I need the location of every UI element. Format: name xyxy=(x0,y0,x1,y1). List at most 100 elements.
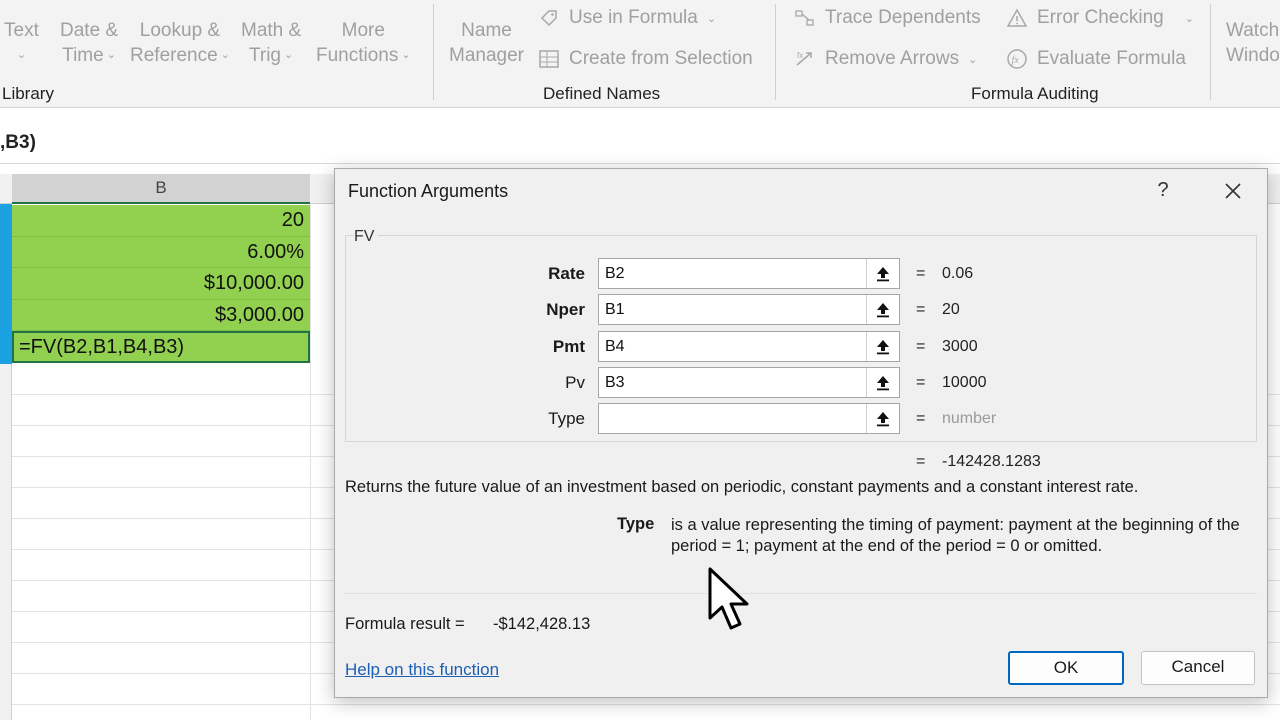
chevron-down-icon: ⌄ xyxy=(220,49,230,62)
arg-input-pmt[interactable]: B4 xyxy=(598,331,900,362)
arg-equals: = xyxy=(916,301,926,318)
formula-result-label: Formula result = xyxy=(345,615,465,633)
cell-b5-active[interactable]: =FV(B2,B1,B4,B3) xyxy=(12,331,310,363)
arguments-group-border xyxy=(345,235,1257,236)
text-functions-label: Text xyxy=(4,20,39,41)
cell-b3[interactable]: $10,000.00 xyxy=(12,268,310,300)
tag-icon xyxy=(538,7,560,29)
arg-label-pv: Pv xyxy=(565,373,585,392)
date-time-label-line2: Time xyxy=(62,45,104,66)
evaluate-formula-label: Evaluate Formula xyxy=(1037,48,1186,69)
row-selection-indicator xyxy=(0,204,12,364)
error-checking-button[interactable]: Error Checking ⌄ xyxy=(1006,7,1194,29)
svg-text:fx: fx xyxy=(1012,55,1020,66)
collapse-dialog-icon[interactable] xyxy=(866,404,899,433)
create-from-selection-label: Create from Selection xyxy=(569,48,753,69)
arg-label-pmt: Pmt xyxy=(552,337,585,356)
svg-text:fx: fx xyxy=(797,51,803,60)
arg-input-type[interactable] xyxy=(598,403,900,434)
arg-equals: = xyxy=(916,410,926,427)
mouse-pointer-icon xyxy=(707,566,755,637)
total-result: -142428.1283 xyxy=(942,453,1041,470)
grid-row-line xyxy=(12,704,1280,705)
param-name: Type xyxy=(617,515,655,533)
trace-dependents-label: Trace Dependents xyxy=(825,7,981,28)
watch-window-button[interactable]: Watch Window xyxy=(1226,18,1280,68)
arg-result-type: number xyxy=(942,410,997,427)
param-description: is a value representing the timing of pa… xyxy=(671,516,1240,555)
name-manager-label-line1: Name xyxy=(461,20,512,41)
help-on-function-link[interactable]: Help on this function xyxy=(345,660,499,680)
formula-bar-text: ,B3) xyxy=(0,132,36,153)
formula-result-value: -$142,428.13 xyxy=(493,615,591,633)
math-label-line1: Math & xyxy=(241,20,302,41)
create-from-selection-button[interactable]: Create from Selection xyxy=(538,48,753,70)
group-label-formula-auditing: Formula Auditing xyxy=(971,84,1099,103)
evaluate-formula-button[interactable]: fx Evaluate Formula xyxy=(1006,48,1186,70)
collapse-dialog-icon[interactable] xyxy=(866,295,899,324)
cell-b4[interactable]: $3,000.00 xyxy=(12,299,310,331)
use-in-formula-label: Use in Formula xyxy=(569,7,698,28)
lookup-reference-button[interactable]: Lookup & Reference ⌄ xyxy=(130,18,230,68)
dialog-title: Function Arguments xyxy=(348,181,509,201)
group-separator xyxy=(433,4,434,100)
watch-window-label-line2: Window xyxy=(1226,45,1280,66)
function-name: FV xyxy=(354,228,379,246)
close-icon[interactable] xyxy=(1219,177,1247,205)
help-button[interactable]: ? xyxy=(1153,179,1173,202)
ribbon: Text ⌄ Date & Time ⌄ Lookup & Reference ⌄ … xyxy=(0,0,1280,108)
more-functions-button[interactable]: More Functions ⌄ xyxy=(316,18,411,68)
use-in-formula-button[interactable]: Use in Formula ⌄ xyxy=(538,7,716,29)
arg-equals: = xyxy=(916,265,926,282)
remove-arrows-icon: fx xyxy=(794,48,816,70)
total-equals: = xyxy=(916,453,926,470)
function-arguments-dialog: Function Arguments ? FV Rate B2 = 0.06 N… xyxy=(334,168,1268,698)
group-label-defined-names: Defined Names xyxy=(543,84,661,103)
chevron-down-icon: ⌄ xyxy=(16,49,27,61)
more-functions-label-line1: More xyxy=(341,20,385,41)
chevron-down-icon: ⌄ xyxy=(106,49,116,62)
collapse-dialog-icon[interactable] xyxy=(866,368,899,397)
arg-input-nper[interactable]: B1 xyxy=(598,294,900,325)
arg-result-pv: 10000 xyxy=(942,374,987,391)
math-trig-button[interactable]: Math & Trig ⌄ xyxy=(241,18,301,68)
collapse-dialog-icon[interactable] xyxy=(866,259,899,288)
cell-b1[interactable]: 20 xyxy=(12,205,310,237)
ok-button[interactable]: OK xyxy=(1008,651,1124,685)
text-functions-button[interactable]: Text ⌄ xyxy=(4,18,39,68)
arg-label-type: Type xyxy=(548,409,585,428)
function-description: Returns the future value of an investmen… xyxy=(345,478,1139,496)
error-checking-label: Error Checking xyxy=(1037,7,1164,28)
warning-icon xyxy=(1006,7,1028,29)
arg-input-rate[interactable]: B2 xyxy=(598,258,900,289)
group-separator xyxy=(1210,4,1211,100)
divider xyxy=(345,593,1257,594)
trace-dependents-button[interactable]: Trace Dependents xyxy=(794,7,981,29)
arg-result-nper: 20 xyxy=(942,301,960,318)
arg-result-rate: 0.06 xyxy=(942,265,974,282)
collapse-dialog-icon[interactable] xyxy=(866,332,899,361)
arg-label-nper: Nper xyxy=(546,300,585,319)
arg-input-pv[interactable]: B3 xyxy=(598,367,900,398)
trace-dependents-icon xyxy=(794,7,816,29)
name-manager-label-line2: Manager xyxy=(449,45,524,66)
evaluate-formula-icon: fx xyxy=(1006,48,1028,70)
group-label-library: Library xyxy=(2,84,54,103)
column-header-b[interactable]: B xyxy=(12,174,310,204)
remove-arrows-button[interactable]: fx Remove Arrows ⌄ xyxy=(794,48,977,70)
cancel-button[interactable]: Cancel xyxy=(1141,651,1255,685)
lookup-label-line1: Lookup & xyxy=(139,20,221,41)
formula-bar[interactable]: ,B3) xyxy=(0,122,1280,164)
more-functions-label-line2: Functions xyxy=(316,45,399,66)
chevron-down-icon: ⌄ xyxy=(968,53,978,66)
watch-window-label-line1: Watch xyxy=(1226,20,1280,41)
arg-label-rate: Rate xyxy=(548,264,585,283)
table-grid-icon xyxy=(538,48,560,70)
lookup-label-line2: Reference xyxy=(130,45,218,66)
date-time-button[interactable]: Date & Time ⌄ xyxy=(60,18,118,68)
chevron-down-icon: ⌄ xyxy=(1184,12,1194,25)
group-separator xyxy=(775,4,776,100)
name-manager-button[interactable]: Name Manager xyxy=(449,18,524,68)
cell-b2[interactable]: 6.00% xyxy=(12,236,310,268)
arg-result-pmt: 3000 xyxy=(942,338,978,355)
